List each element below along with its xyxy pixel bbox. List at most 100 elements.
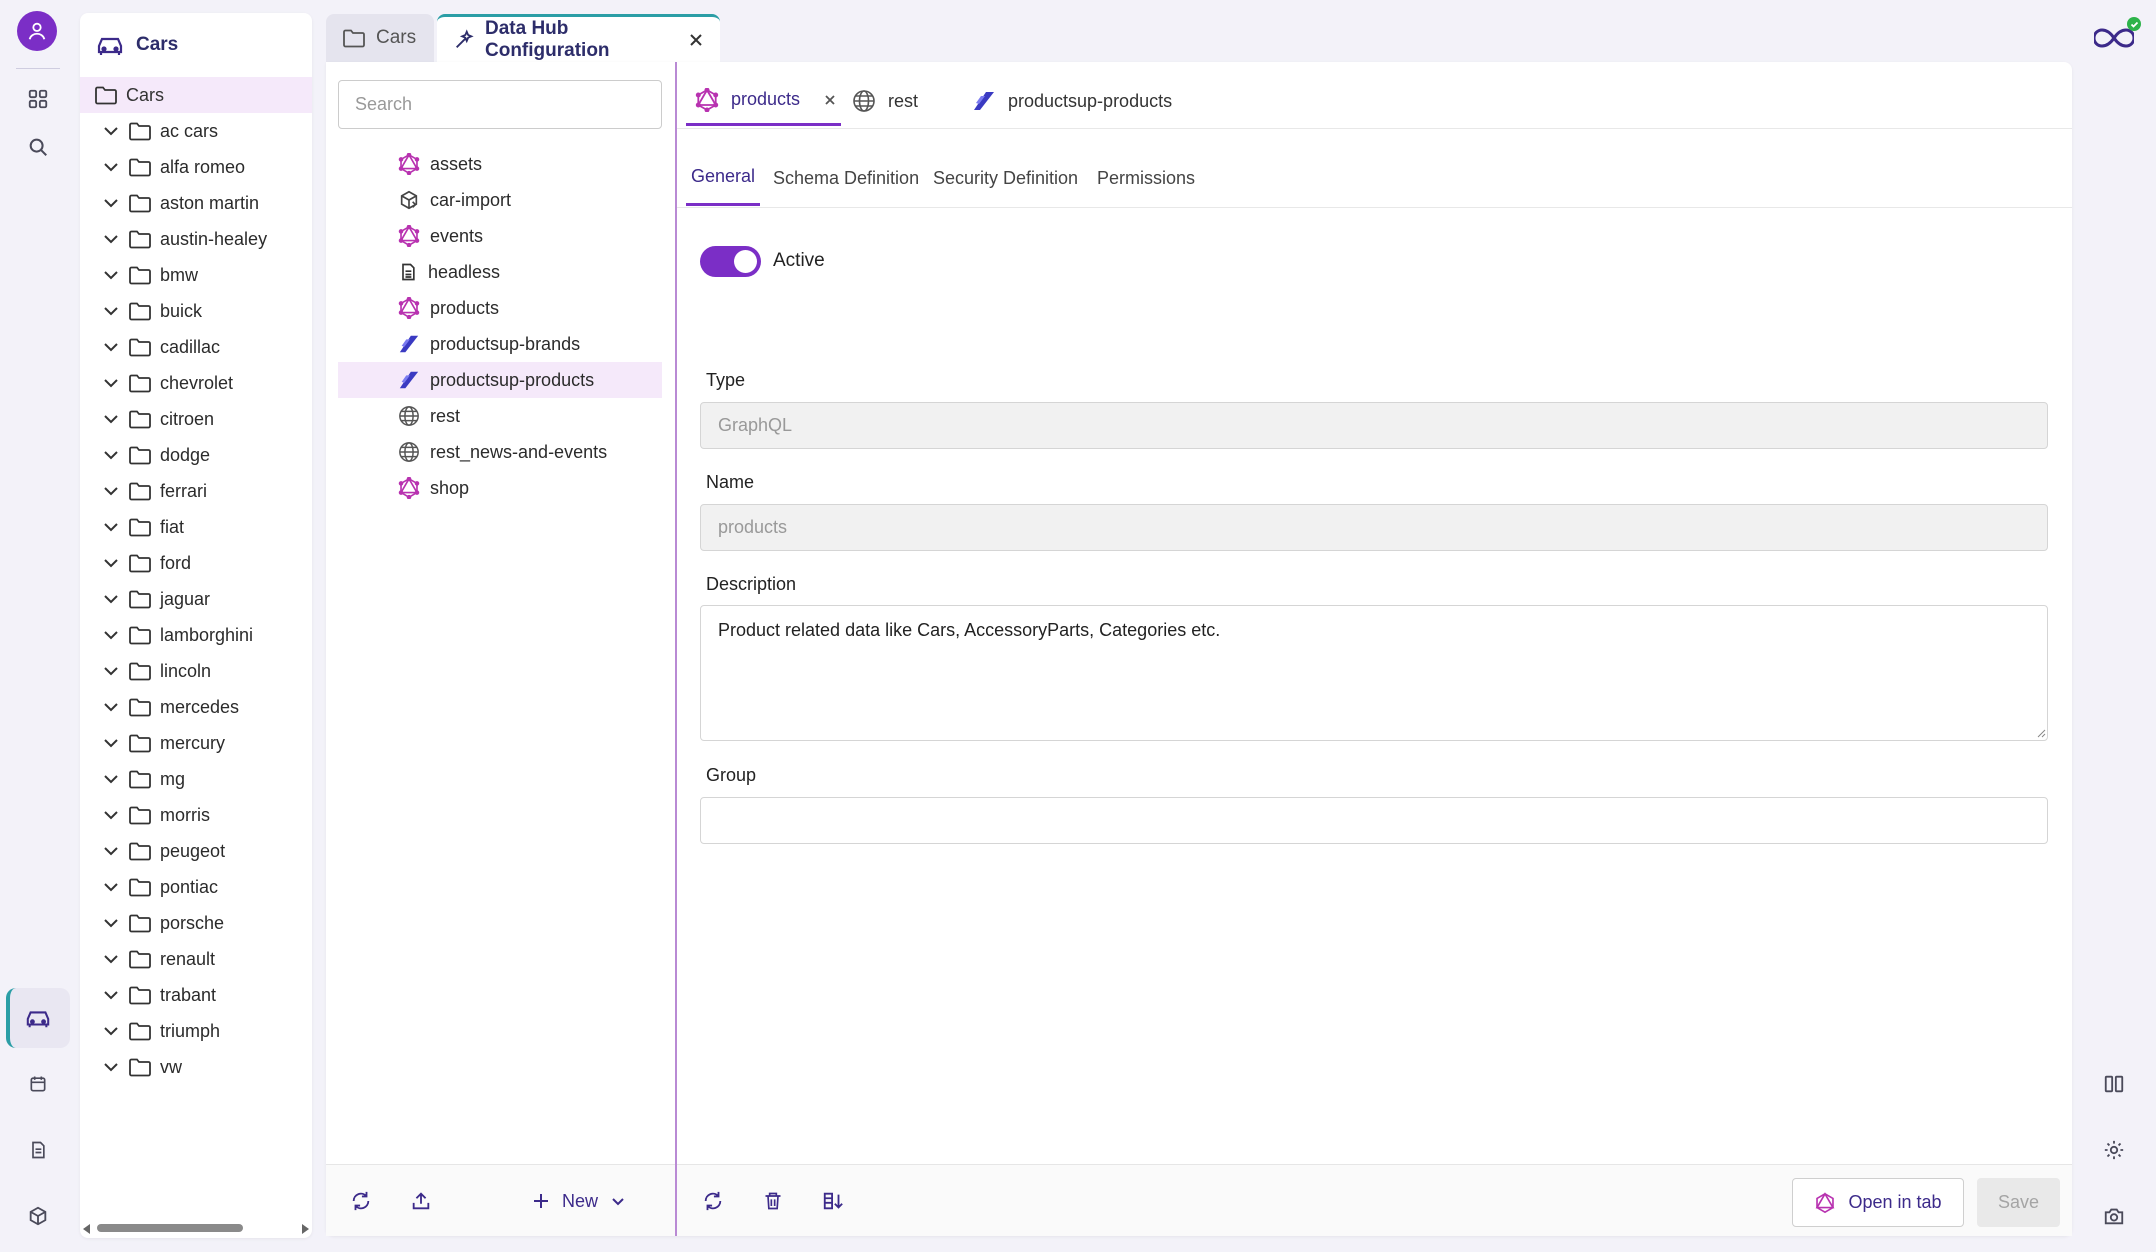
import-export-icon[interactable]: [815, 1183, 851, 1219]
tab-security-definition[interactable]: Security Definition: [933, 150, 1078, 206]
horizontal-scrollbar[interactable]: [80, 1218, 312, 1238]
tree-item[interactable]: dodge: [80, 437, 312, 473]
calendar-icon[interactable]: [14, 1060, 62, 1108]
chevron-down-icon[interactable]: [102, 338, 120, 356]
chevron-down-icon[interactable]: [102, 590, 120, 608]
tree-item[interactable]: alfa romeo: [80, 149, 312, 185]
config-list-item[interactable]: assets: [338, 146, 662, 182]
user-avatar-icon[interactable]: [17, 11, 57, 51]
config-list-item[interactable]: events: [338, 218, 662, 254]
active-toggle[interactable]: [700, 246, 761, 277]
chevron-down-icon[interactable]: [102, 302, 120, 320]
chevron-down-icon[interactable]: [102, 662, 120, 680]
tree-item[interactable]: trabant: [80, 977, 312, 1013]
chevron-down-icon[interactable]: [102, 518, 120, 536]
gear-icon[interactable]: [2094, 1130, 2134, 1170]
tree-item[interactable]: citroen: [80, 401, 312, 437]
tree-item[interactable]: mg: [80, 761, 312, 797]
tree-item[interactable]: ferrari: [80, 473, 312, 509]
chevron-down-icon[interactable]: [102, 194, 120, 212]
tree-item[interactable]: lamborghini: [80, 617, 312, 653]
upload-icon[interactable]: [403, 1183, 439, 1219]
tree-item[interactable]: vw: [80, 1049, 312, 1085]
tree-item[interactable]: chevrolet: [80, 365, 312, 401]
chevron-down-icon[interactable]: [102, 554, 120, 572]
tree-item[interactable]: triumph: [80, 1013, 312, 1049]
split-view-icon[interactable]: [2094, 1064, 2134, 1104]
chevron-down-icon[interactable]: [102, 158, 120, 176]
config-list-item[interactable]: rest_news-and-events: [338, 434, 662, 470]
tree-item[interactable]: aston martin: [80, 185, 312, 221]
config-list-item[interactable]: rest: [338, 398, 662, 434]
chevron-down-icon[interactable]: [102, 698, 120, 716]
tree-item[interactable]: morris: [80, 797, 312, 833]
chevron-down-icon[interactable]: [102, 914, 120, 932]
tree-item[interactable]: porsche: [80, 905, 312, 941]
close-icon[interactable]: [824, 94, 836, 106]
group-field[interactable]: [700, 797, 2048, 844]
chevron-down-icon[interactable]: [102, 770, 120, 788]
open-in-tab-button[interactable]: Open in tab: [1792, 1178, 1964, 1227]
tab-permissions[interactable]: Permissions: [1097, 150, 1195, 206]
reload-icon[interactable]: [695, 1183, 731, 1219]
tree-item[interactable]: mercedes: [80, 689, 312, 725]
tab-schema-definition[interactable]: Schema Definition: [773, 150, 919, 206]
chevron-down-icon[interactable]: [102, 806, 120, 824]
editor-tab-products[interactable]: products: [686, 76, 841, 126]
config-list-item[interactable]: headless: [338, 254, 662, 290]
editor-tab-rest[interactable]: rest: [852, 76, 918, 126]
chevron-down-icon[interactable]: [102, 986, 120, 1004]
chevron-down-icon[interactable]: [102, 1058, 120, 1076]
new-button[interactable]: New: [532, 1183, 626, 1219]
tree-item[interactable]: bmw: [80, 257, 312, 293]
scrollbar-thumb[interactable]: [97, 1224, 243, 1232]
chevron-down-icon[interactable]: [102, 950, 120, 968]
description-textarea[interactable]: Product related data like Cars, Accessor…: [700, 605, 2048, 741]
tree-item[interactable]: cadillac: [80, 329, 312, 365]
tab-general[interactable]: General: [686, 150, 761, 206]
chevron-down-icon[interactable]: [102, 266, 120, 284]
tree-item[interactable]: lincoln: [80, 653, 312, 689]
car-icon[interactable]: [14, 994, 62, 1042]
refresh-icon[interactable]: [343, 1183, 379, 1219]
trash-icon[interactable]: [755, 1183, 791, 1219]
tree-item[interactable]: fiat: [80, 509, 312, 545]
tree-item[interactable]: pontiac: [80, 869, 312, 905]
tree-item[interactable]: austin-healey: [80, 221, 312, 257]
chevron-down-icon[interactable]: [102, 482, 120, 500]
config-list-item[interactable]: shop: [338, 470, 662, 506]
chevron-down-icon[interactable]: [102, 410, 120, 428]
tree-item[interactable]: mercury: [80, 725, 312, 761]
tree-item[interactable]: ford: [80, 545, 312, 581]
config-list-item[interactable]: products: [338, 290, 662, 326]
chevron-down-icon[interactable]: [102, 626, 120, 644]
tree-item[interactable]: ac cars: [80, 113, 312, 149]
chevron-down-icon[interactable]: [102, 230, 120, 248]
tree-item[interactable]: renault: [80, 941, 312, 977]
chevron-down-icon[interactable]: [102, 374, 120, 392]
tab-data-hub-configuration[interactable]: Data Hub Configuration: [437, 14, 720, 62]
close-icon[interactable]: [688, 32, 704, 48]
config-list-item[interactable]: productsup-products: [338, 362, 662, 398]
config-list-item[interactable]: car-import: [338, 182, 662, 218]
tree-item[interactable]: jaguar: [80, 581, 312, 617]
tree-root-item[interactable]: Cars: [80, 77, 312, 113]
search-icon[interactable]: [14, 123, 62, 171]
chevron-down-icon[interactable]: [102, 734, 120, 752]
chevron-down-icon[interactable]: [102, 122, 120, 140]
tab-cars[interactable]: Cars: [326, 14, 434, 62]
chevron-down-icon[interactable]: [102, 842, 120, 860]
chevron-down-icon[interactable]: [102, 446, 120, 464]
tree-item[interactable]: buick: [80, 293, 312, 329]
search-input[interactable]: [338, 80, 662, 129]
save-button[interactable]: Save: [1977, 1178, 2060, 1227]
camera-icon[interactable]: [2094, 1196, 2134, 1236]
document-icon[interactable]: [14, 1126, 62, 1174]
chevron-down-icon[interactable]: [102, 1022, 120, 1040]
resize-handle-icon[interactable]: [2037, 729, 2046, 738]
chevron-down-icon[interactable]: [102, 878, 120, 896]
grid-icon[interactable]: [14, 75, 62, 123]
tree-item[interactable]: peugeot: [80, 833, 312, 869]
editor-tab-productsup-products[interactable]: productsup-products: [972, 76, 1172, 126]
cube-icon[interactable]: [14, 1192, 62, 1240]
